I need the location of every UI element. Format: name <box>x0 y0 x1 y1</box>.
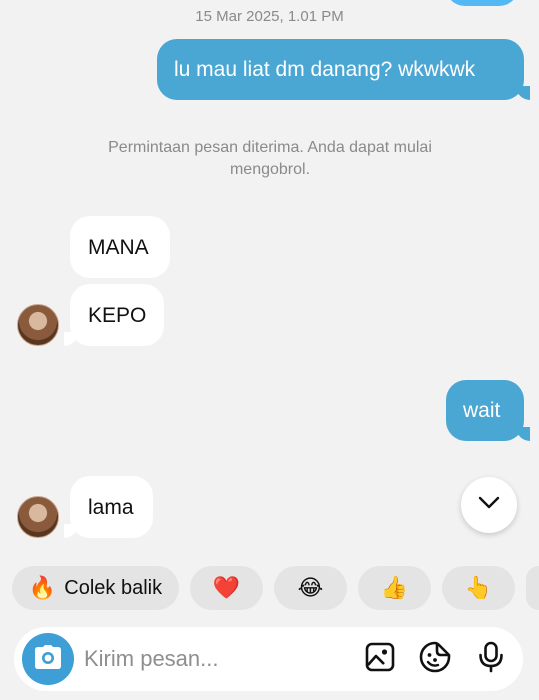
chevron-down-icon <box>478 496 500 515</box>
camera-button[interactable] <box>22 633 74 685</box>
message-text: MANA <box>88 235 149 259</box>
outgoing-message[interactable]: lu mau liat dm danang? wkwkwk <box>157 39 530 100</box>
quick-reply-more[interactable] <box>526 566 539 610</box>
thumbs-up-icon: 👍 <box>380 575 409 600</box>
quick-reply-laugh[interactable]: 😂 <box>274 566 347 610</box>
fire-icon: 🔥 <box>28 575 57 600</box>
quick-reply-heart[interactable]: ❤️ <box>190 566 263 610</box>
header-avatar-partial[interactable] <box>445 0 519 6</box>
image-icon <box>365 642 395 677</box>
message-text: lama <box>88 495 134 519</box>
laughing-face-icon: 😂 <box>297 575 324 600</box>
outgoing-message[interactable]: wait <box>446 380 530 441</box>
message-text: KEPO <box>88 303 147 327</box>
quick-reply-colek-balik[interactable]: 🔥 Colek balik <box>12 566 179 610</box>
incoming-message[interactable]: MANA <box>70 216 170 278</box>
message-text: wait <box>463 399 501 422</box>
message-input[interactable] <box>84 645 344 673</box>
heart-icon: ❤️ <box>212 575 241 600</box>
message-composer <box>14 627 523 691</box>
pointing-up-icon: 👆 <box>464 575 493 600</box>
incoming-message[interactable]: lama <box>64 476 153 538</box>
camera-icon <box>33 644 63 675</box>
system-note: Permintaan pesan diterima. Anda dapat mu… <box>108 139 432 178</box>
quick-reply-thumbs-up[interactable]: 👍 <box>358 566 431 610</box>
contact-avatar[interactable] <box>17 304 59 346</box>
sticker-button[interactable] <box>418 641 452 678</box>
message-timestamp: 15 Mar 2025, 1.01 PM <box>195 8 344 25</box>
scroll-to-bottom-button[interactable] <box>461 477 517 533</box>
incoming-message[interactable]: KEPO <box>64 284 164 346</box>
chip-label: Colek balik <box>64 576 163 599</box>
message-text: lu mau liat dm danang? wkwkwk <box>174 58 476 81</box>
contact-avatar[interactable] <box>17 496 59 538</box>
gallery-button[interactable] <box>363 642 397 676</box>
microphone-icon <box>477 641 505 678</box>
sticker-icon <box>419 641 451 678</box>
voice-message-button[interactable] <box>474 641 508 678</box>
quick-reply-point-up[interactable]: 👆 <box>442 566 515 610</box>
